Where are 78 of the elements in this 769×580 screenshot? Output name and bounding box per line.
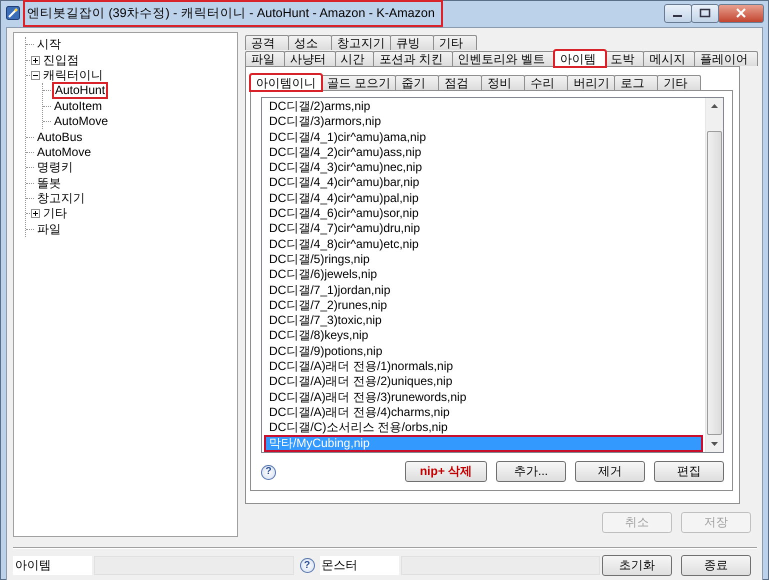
- dialog-button[interactable]: nip+ 삭제: [405, 461, 487, 482]
- help-icon[interactable]: ?: [300, 558, 314, 574]
- dialog-button[interactable]: 초기화: [602, 554, 672, 576]
- tree-item[interactable]: 명령키: [35, 160, 75, 176]
- tab[interactable]: 로그: [614, 75, 658, 90]
- list-item[interactable]: DC디갤/3)armors,nip: [265, 114, 702, 130]
- expand-icon[interactable]: [31, 56, 40, 65]
- tree-item[interactable]: 기타: [41, 206, 69, 222]
- list-item[interactable]: DC디갤/7_1)jordan,nip: [265, 282, 702, 298]
- tree-item[interactable]: 창고지기: [35, 191, 87, 206]
- tab[interactable]: 수리: [524, 75, 568, 90]
- expand-icon[interactable]: [31, 209, 40, 218]
- tree-item[interactable]: 캐릭터이니: [41, 68, 105, 83]
- list-item[interactable]: DC디갤/4_4)cir^amu)bar,nip: [265, 175, 702, 191]
- tab[interactable]: 메시지: [643, 51, 696, 66]
- tab[interactable]: 도박: [604, 51, 644, 66]
- list-item[interactable]: DC디갤/A)래더 전용/3)runewords,nip: [265, 390, 702, 405]
- list-item[interactable]: DC디갤/6)jewels,nip: [265, 267, 702, 283]
- dialog-button[interactable]: 편집: [654, 461, 724, 482]
- tree-item[interactable]: 진입점: [41, 52, 81, 68]
- list-item[interactable]: DC디갤/5)rings,nip: [265, 252, 702, 268]
- tree-item[interactable]: 시작: [35, 37, 63, 52]
- tab[interactable]: 버리기: [567, 75, 616, 90]
- list-item[interactable]: DC디갤/A)래더 전용/1)normals,nip: [265, 359, 702, 374]
- minimize-icon[interactable]: [664, 4, 692, 22]
- tab[interactable]: 공격: [245, 35, 289, 50]
- tab[interactable]: 기타: [657, 75, 702, 90]
- list-item[interactable]: DC디갤/4_6)cir^amu)sor,nip: [265, 206, 702, 222]
- maximize-icon[interactable]: [691, 4, 719, 22]
- list-item[interactable]: DC디갤/4_3)cir^amu)nec,nip: [265, 160, 702, 176]
- tab[interactable]: 큐빙: [390, 35, 434, 50]
- dialog-button[interactable]: 종료: [681, 554, 751, 576]
- list-item[interactable]: DC디갤/4_2)cir^amu)ass,nip: [265, 144, 702, 160]
- tab[interactable]: 점검: [438, 75, 482, 90]
- tab[interactable]: 아이템: [554, 50, 606, 67]
- tab[interactable]: 플레이어: [694, 51, 758, 66]
- tab[interactable]: 시간: [334, 51, 374, 66]
- tab[interactable]: 줍기: [395, 75, 440, 90]
- list-item[interactable]: DC디갤/4_4)cir^amu)pal,nip: [265, 190, 702, 206]
- window-title: 엔티봇길잡이 (39차수정) - 캐릭터이니 - AutoHunt - Amazon - K-Amazon: [25, 2, 441, 24]
- tree-item[interactable]: AutoHunt: [52, 82, 108, 100]
- tree-item[interactable]: AutoMove: [35, 144, 94, 160]
- list-item[interactable]: DC디갤/4_8)cir^amu)etc,nip: [265, 236, 702, 252]
- tree-item[interactable]: AutoBus: [35, 130, 84, 145]
- status-label: 아이템: [13, 556, 92, 574]
- tree-item[interactable]: AutoMove: [52, 114, 110, 130]
- list-item[interactable]: DC디갤/A)래더 전용/2)uniques,nip: [265, 374, 702, 390]
- tree-item[interactable]: 파일: [35, 222, 63, 237]
- tree-item[interactable]: 똘봇: [35, 176, 63, 191]
- tab[interactable]: 기타: [433, 35, 477, 50]
- tree-item[interactable]: AutoItem: [52, 98, 104, 114]
- collapse-icon[interactable]: [31, 70, 40, 80]
- list-item[interactable]: DC디갤/4_7)cir^amu)dru,nip: [265, 221, 702, 237]
- app-icon: [6, 6, 20, 20]
- scroll-thumb[interactable]: [707, 131, 722, 435]
- tab[interactable]: 정비: [481, 75, 526, 90]
- tab[interactable]: 창고지기: [331, 35, 391, 50]
- list-item[interactable]: DC디갤/2)arms,nip: [265, 99, 702, 114]
- tab[interactable]: 아이템이니: [250, 74, 322, 91]
- tab[interactable]: 인벤토리와 벨트: [452, 51, 555, 66]
- tab[interactable]: 성소: [288, 35, 332, 50]
- dialog-button[interactable]: 제거: [575, 461, 645, 482]
- list-item[interactable]: DC디갤/9)potions,nip: [265, 344, 702, 360]
- help-icon[interactable]: ?: [261, 464, 276, 480]
- list-item[interactable]: DC디갤/C)소서리스 전용/orbs,nip: [265, 420, 702, 436]
- list-item[interactable]: DC디갤/7_3)toxic,nip: [265, 313, 702, 328]
- dialog-button[interactable]: 추가...: [496, 461, 566, 482]
- list-item[interactable]: DC디갤/4_1)cir^amu)ama,nip: [265, 130, 702, 145]
- list-item[interactable]: DC디갤/A)래더 전용/4)charms,nip: [265, 404, 702, 420]
- list-item[interactable]: DC디갤/8)keys,nip: [265, 328, 702, 344]
- tab[interactable]: 포션과 치킨: [373, 51, 453, 66]
- tab[interactable]: 파일: [245, 51, 285, 66]
- close-icon[interactable]: [718, 4, 764, 22]
- status-label: 몬스터: [320, 556, 399, 574]
- scrollbar[interactable]: [705, 98, 723, 452]
- list-item[interactable]: DC디갤/7_2)runes,nip: [265, 298, 702, 314]
- tab[interactable]: 사냥터: [284, 51, 336, 66]
- tab[interactable]: 골드 모으기: [321, 75, 396, 90]
